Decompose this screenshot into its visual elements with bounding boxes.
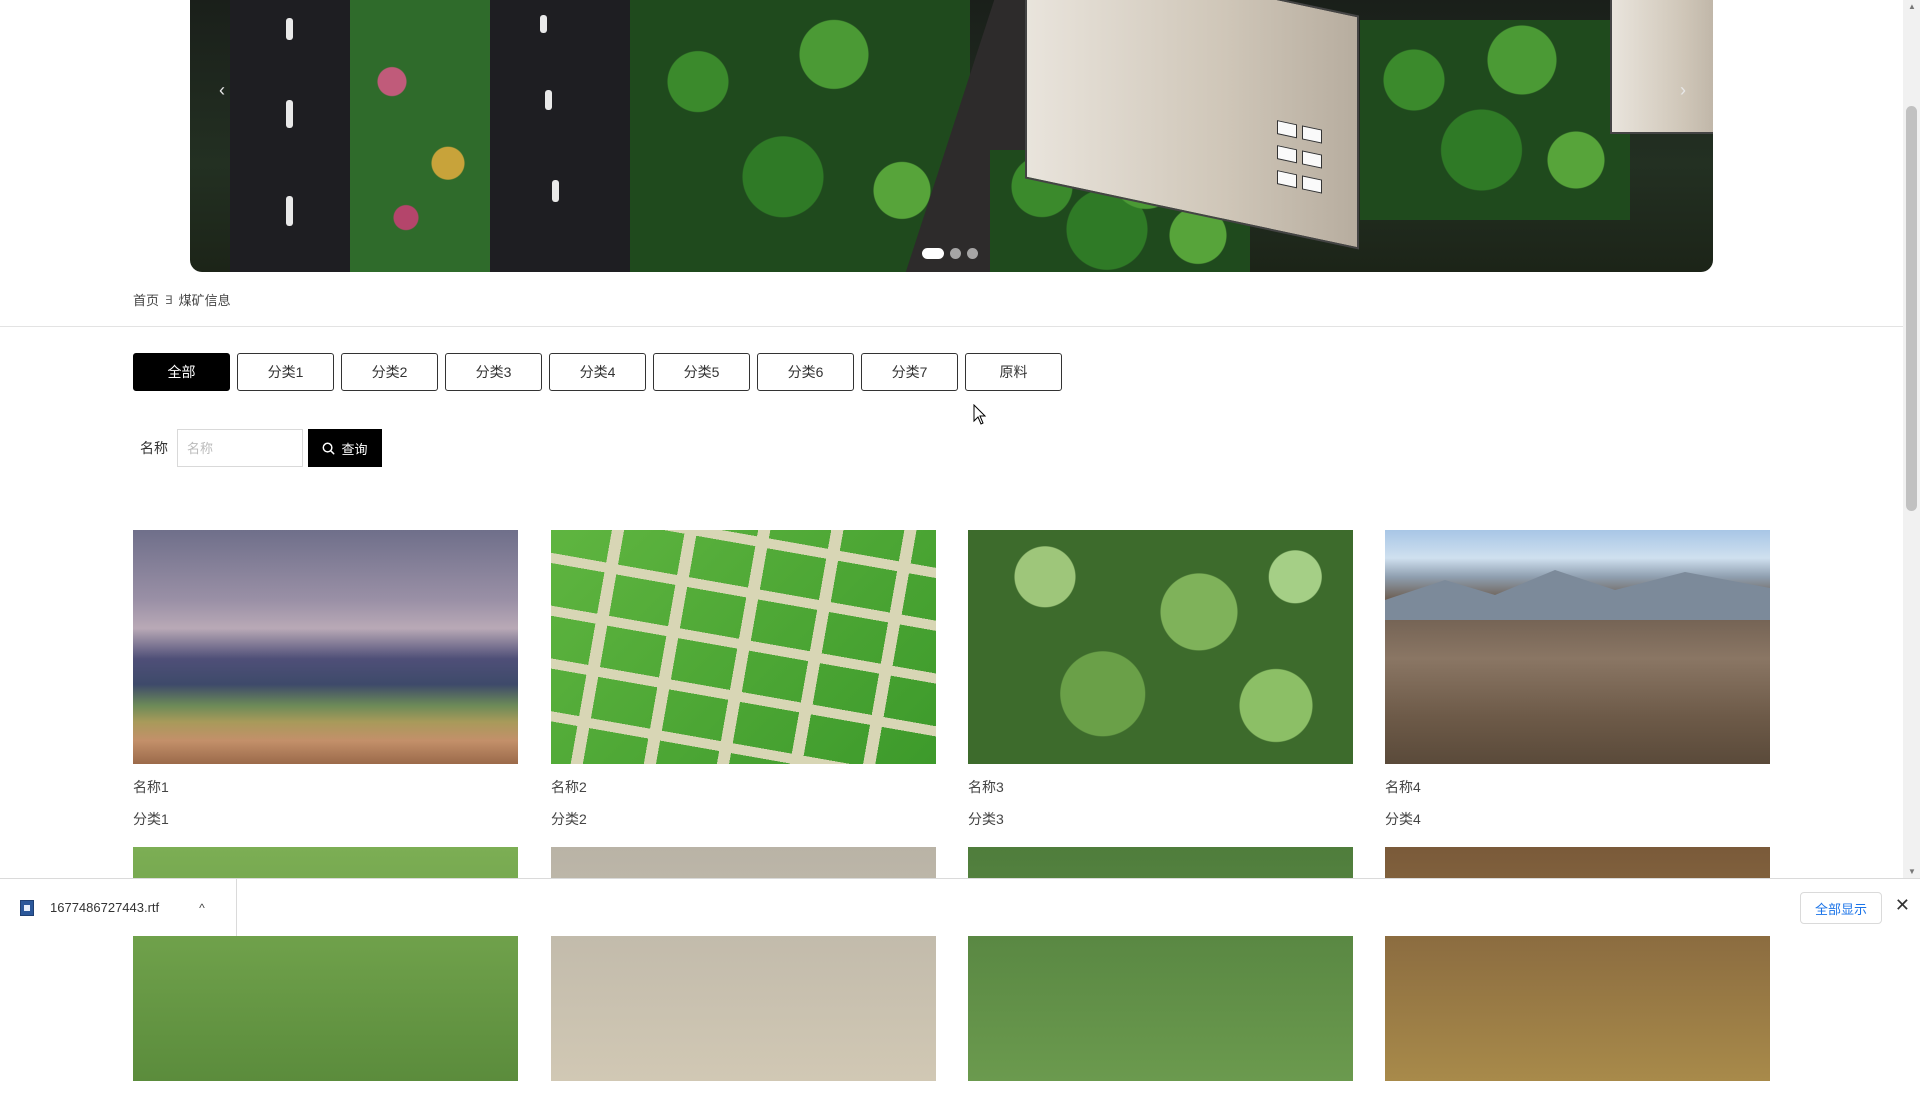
scroll-thumb[interactable] bbox=[1906, 106, 1917, 511]
search-icon bbox=[323, 442, 335, 454]
item-name[interactable]: 名称1 bbox=[133, 777, 518, 797]
scroll-down-arrow-icon[interactable]: ▼ bbox=[1908, 867, 1916, 876]
item-category: 分类3 bbox=[968, 811, 1004, 827]
search-button-label: 查询 bbox=[341, 441, 368, 457]
breadcrumb-separator: ∃ bbox=[165, 292, 173, 307]
download-item[interactable]: 1677486727443.rtf ^ bbox=[0, 879, 237, 936]
banner-flowerbed bbox=[350, 0, 490, 272]
banner-trees-3 bbox=[1360, 20, 1630, 220]
scroll-up-arrow-icon[interactable]: ▲ bbox=[1908, 2, 1916, 11]
banner-road bbox=[230, 0, 350, 272]
search-input[interactable] bbox=[177, 429, 303, 467]
category-button[interactable]: 分类5 bbox=[653, 353, 750, 391]
breadcrumb-current: 煤矿信息 bbox=[178, 293, 231, 308]
item-card[interactable]: 名称4 分类4 bbox=[1385, 530, 1770, 829]
search-label: 名称 bbox=[140, 440, 168, 456]
carousel-dot[interactable] bbox=[922, 248, 944, 259]
item-name[interactable]: 名称2 bbox=[551, 777, 936, 797]
banner-building-2 bbox=[1610, 0, 1713, 134]
item-card[interactable]: 名称3 分类3 bbox=[968, 530, 1353, 829]
item-image-leafy-plants[interactable] bbox=[968, 530, 1353, 764]
carousel-next-arrow[interactable]: › bbox=[1673, 80, 1693, 100]
chevron-up-icon[interactable]: ^ bbox=[199, 901, 205, 915]
search-form: 名称 查询 bbox=[140, 429, 382, 467]
carousel-dot[interactable] bbox=[950, 248, 961, 259]
item-category: 分类4 bbox=[1385, 811, 1421, 827]
search-button[interactable]: 查询 bbox=[308, 429, 382, 467]
close-icon[interactable]: ✕ bbox=[1895, 895, 1910, 916]
category-button[interactable]: 全部 bbox=[133, 353, 230, 391]
carousel-dots bbox=[922, 248, 978, 259]
item-name[interactable]: 名称3 bbox=[968, 777, 1353, 797]
item-card[interactable]: 名称1 分类1 bbox=[133, 530, 518, 829]
category-button[interactable]: 分类1 bbox=[237, 353, 334, 391]
item-image-grass-squares[interactable] bbox=[551, 530, 936, 764]
download-bar: 1677486727443.rtf ^ 全部显示 ✕ bbox=[0, 878, 1920, 936]
word-document-icon bbox=[20, 899, 34, 916]
category-button[interactable]: 原料 bbox=[965, 353, 1062, 391]
banner-road-2 bbox=[490, 0, 630, 272]
section-divider bbox=[0, 326, 1903, 327]
carousel-dot[interactable] bbox=[967, 248, 978, 259]
breadcrumb-home-link[interactable]: 首页 bbox=[133, 290, 159, 309]
item-image-highland-landscape[interactable] bbox=[133, 530, 518, 764]
banner-carousel[interactable]: ‹ › bbox=[190, 0, 1713, 272]
show-all-button[interactable]: 全部显示 bbox=[1799, 892, 1882, 924]
mouse-cursor-icon bbox=[973, 404, 987, 425]
category-filter-bar: 全部 分类1 分类2 分类3 分类4 分类5 分类6 分类7 原料 bbox=[133, 353, 1062, 391]
category-button[interactable]: 分类6 bbox=[757, 353, 854, 391]
breadcrumb: 首页 ∃ 煤矿信息 bbox=[133, 290, 231, 309]
category-button[interactable]: 分类4 bbox=[549, 353, 646, 391]
item-card[interactable]: 名称2 分类2 bbox=[551, 530, 936, 829]
category-button[interactable]: 分类7 bbox=[861, 353, 958, 391]
category-button[interactable]: 分类3 bbox=[445, 353, 542, 391]
item-image-dirt-mound[interactable] bbox=[1385, 530, 1770, 764]
carousel-prev-arrow[interactable]: ‹ bbox=[212, 80, 232, 100]
category-button[interactable]: 分类2 bbox=[341, 353, 438, 391]
item-category: 分类1 bbox=[133, 811, 169, 827]
item-category: 分类2 bbox=[551, 811, 587, 827]
item-name[interactable]: 名称4 bbox=[1385, 777, 1770, 797]
page-scrollbar[interactable]: ▲ ▼ bbox=[1903, 0, 1920, 878]
download-file-name[interactable]: 1677486727443.rtf bbox=[50, 900, 159, 915]
